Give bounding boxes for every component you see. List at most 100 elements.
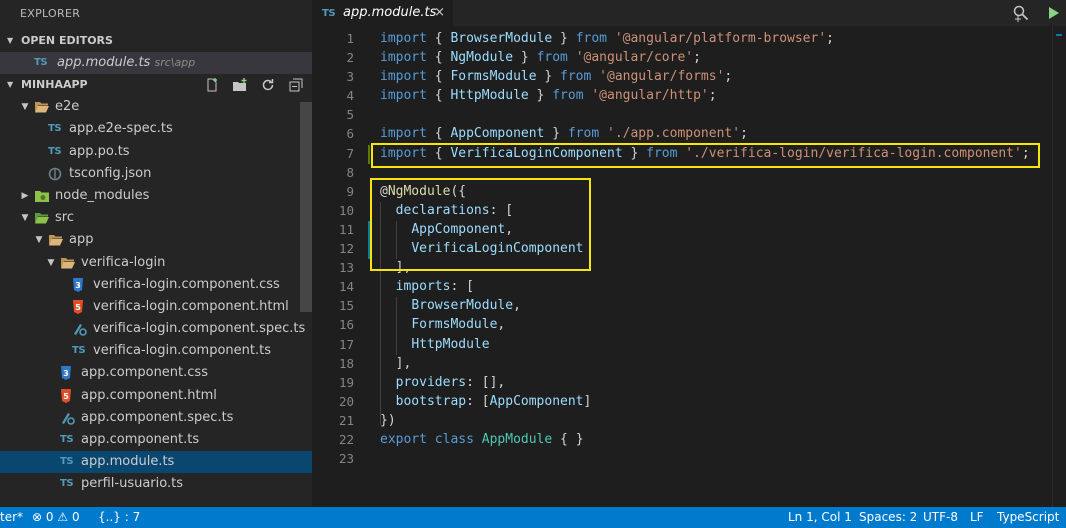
- line-content: bootstrap: [AppComponent]: [380, 392, 592, 411]
- code-line: 16 FormsModule,: [312, 315, 1066, 334]
- tree-file[interactable]: 3 verifica-login.component.css: [0, 274, 312, 296]
- node-folder-icon: [34, 189, 50, 203]
- status-eol[interactable]: LF: [970, 507, 984, 528]
- css-file-icon: 3: [60, 366, 76, 381]
- html-file-icon: 5: [60, 388, 76, 403]
- tree-folder[interactable]: ▼ src: [0, 207, 312, 229]
- code-token: }: [528, 88, 553, 104]
- line-content: import { AppComponent } from './app.comp…: [380, 124, 748, 143]
- tree-item-label: node_modules: [55, 187, 150, 203]
- tree-file[interactable]: TS app.po.ts: [0, 141, 312, 163]
- collapse-all-icon[interactable]: [288, 77, 304, 93]
- line-content: FormsModule,: [380, 315, 505, 334]
- line-number: 8: [346, 164, 354, 180]
- code-token: import: [380, 50, 427, 66]
- status-branch[interactable]: ter*: [0, 507, 23, 528]
- status-language[interactable]: TypeScript: [997, 507, 1059, 528]
- tree-file[interactable]: app.component.spec.ts: [0, 407, 312, 429]
- tree-file[interactable]: 5 verifica-login.component.html: [0, 296, 312, 318]
- chevron-down-icon[interactable]: ▼: [20, 96, 30, 118]
- line-number: 19: [338, 374, 354, 390]
- code-line: 1 import { BrowserModule } from '@angular…: [312, 29, 1066, 48]
- line-number: 21: [338, 412, 354, 428]
- tree-item-label: e2e: [55, 99, 80, 115]
- warning-count: 0: [71, 510, 80, 524]
- chevron-right-icon[interactable]: ▶: [20, 185, 30, 207]
- folder-open-icon: [48, 233, 64, 247]
- code-token: '@angular/forms': [599, 69, 725, 85]
- tree-folder[interactable]: ▼ e2e: [0, 96, 312, 118]
- tree-file[interactable]: TS verifica-login.component.ts: [0, 340, 312, 362]
- status-cursor-position[interactable]: Ln 1, Col 1: [788, 507, 852, 528]
- open-editor-item[interactable]: TS app.module.ts src\app: [0, 52, 312, 75]
- status-encoding[interactable]: UTF-8: [923, 507, 958, 528]
- code-token: {: [426, 31, 451, 46]
- folder-open-icon: [34, 100, 50, 114]
- code-line: 22 export class AppModule { }: [312, 430, 1066, 449]
- close-icon[interactable]: ×: [434, 0, 445, 26]
- tree-file[interactable]: TS app.component.ts: [0, 429, 312, 451]
- typescript-file-icon: TS: [322, 8, 336, 19]
- run-icon[interactable]: [1044, 4, 1062, 22]
- html-file-icon: 5: [72, 299, 88, 314]
- line-number: 17: [338, 336, 354, 352]
- code-token: ]: [583, 393, 592, 409]
- tree-file[interactable]: verifica-login.component.spec.ts: [0, 318, 312, 340]
- status-indentation[interactable]: Spaces: 2: [859, 507, 917, 528]
- tree-item-label: tsconfig.json: [69, 165, 152, 181]
- chevron-down-icon[interactable]: ▼: [20, 207, 30, 229]
- code-token: FormsModule: [411, 317, 498, 333]
- code-token: ;: [708, 88, 717, 104]
- code-line: 5: [312, 105, 1066, 124]
- tree-folder[interactable]: ▼ app: [0, 229, 312, 251]
- chevron-down-icon: ▼: [7, 80, 14, 90]
- code-token: export: [380, 431, 427, 447]
- code-line: 23: [312, 449, 1066, 468]
- tree-file[interactable]: TS app.module.ts: [0, 451, 312, 474]
- status-json-info[interactable]: {..} : 7: [98, 507, 140, 528]
- chevron-down-icon[interactable]: ▼: [46, 252, 56, 274]
- code-token: ;: [826, 31, 834, 46]
- typescript-file-icon: TS: [60, 456, 74, 468]
- tree-folder[interactable]: ▼ verifica-login: [0, 252, 312, 274]
- tree-file[interactable]: 3 app.component.css: [0, 362, 312, 384]
- code-line: 3 import { FormsModule } from '@angular/f…: [312, 67, 1066, 86]
- tree-folder[interactable]: ▶ node_modules: [0, 185, 312, 207]
- code-token: }: [513, 50, 537, 66]
- code-token: HttpModule: [411, 336, 490, 352]
- tree-item-label: app.component.html: [81, 387, 217, 403]
- code-token: {: [426, 50, 451, 66]
- editor-scrollbar[interactable]: [1052, 26, 1066, 507]
- code-token: AppComponent: [450, 126, 545, 142]
- open-changes-icon[interactable]: [1012, 4, 1030, 22]
- tree-file[interactable]: 5 app.component.html: [0, 385, 312, 407]
- line-number: 6: [346, 126, 354, 142]
- tree-file[interactable]: TS perfil-usuario.ts: [0, 473, 312, 495]
- project-label: MINHAAPP: [21, 78, 88, 92]
- refresh-icon[interactable]: [260, 77, 276, 93]
- sidebar-scrollbar[interactable]: [300, 102, 312, 312]
- tree-file[interactable]: TS app.e2e-spec.ts: [0, 118, 312, 140]
- tab-title: app.module.ts: [343, 5, 437, 20]
- tab-app-module[interactable]: TS app.module.ts ×: [312, 0, 453, 26]
- new-file-icon[interactable]: [204, 77, 220, 93]
- status-problems[interactable]: ⊗ 0 ⚠ 0: [32, 507, 80, 528]
- folder-open-icon: [60, 256, 76, 270]
- line-number: 14: [338, 279, 354, 295]
- indent-guide: [396, 297, 397, 355]
- tree-item-label: verifica-login.component.css: [93, 276, 280, 292]
- code-token: }): [380, 412, 396, 428]
- code-token: '@angular/core': [575, 50, 694, 66]
- chevron-down-icon[interactable]: ▼: [34, 229, 44, 251]
- line-content: imports: [: [380, 277, 474, 296]
- warning-icon: ⚠: [57, 510, 69, 524]
- svg-text:5: 5: [63, 392, 69, 401]
- line-number: 12: [338, 241, 354, 257]
- new-folder-icon[interactable]: [232, 77, 248, 93]
- project-header[interactable]: ▼ MINHAAPP: [0, 74, 312, 96]
- tree-file[interactable]: tsconfig.json: [0, 163, 312, 185]
- code-token: : [: [466, 393, 490, 409]
- open-editors-header[interactable]: ▼ OPEN EDITORS: [0, 30, 312, 52]
